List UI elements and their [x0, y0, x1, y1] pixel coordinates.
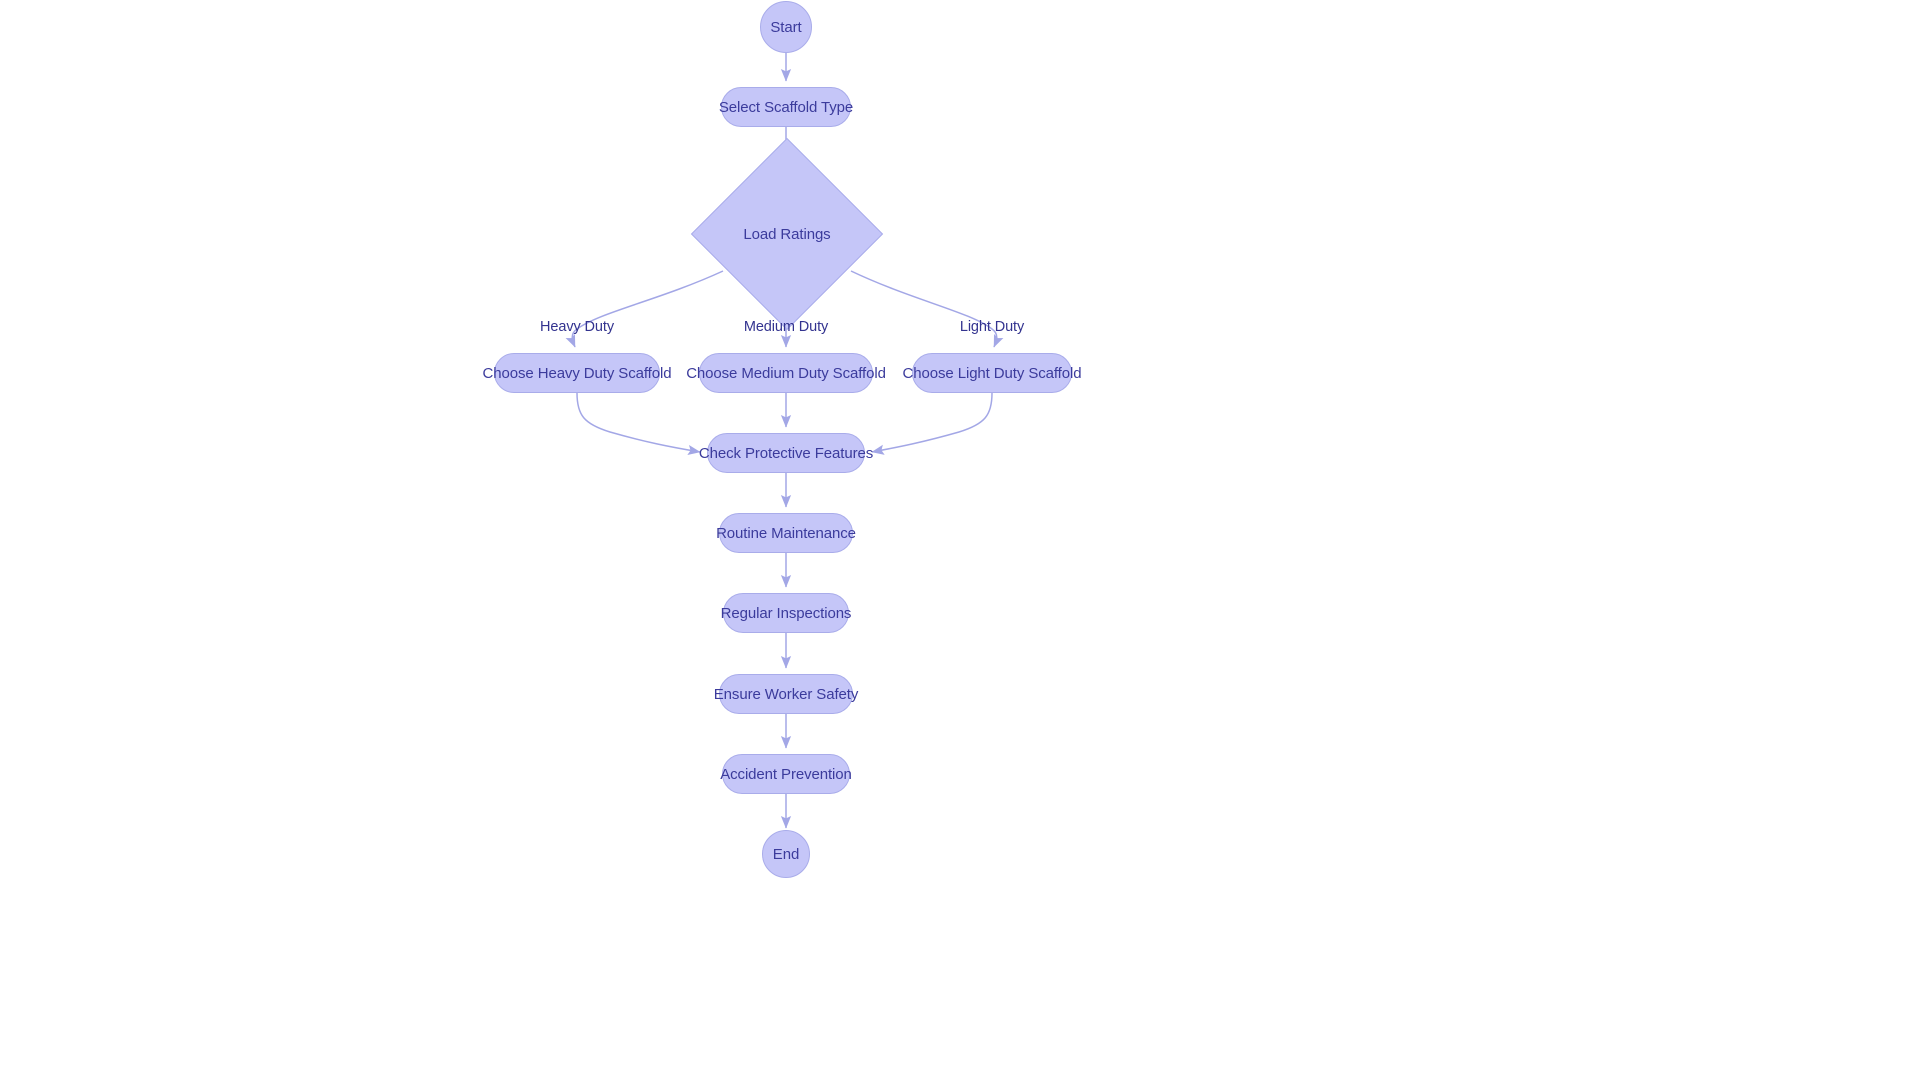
node-regular-inspections-label: Regular Inspections	[720, 604, 852, 622]
edge-label-medium-duty: Medium Duty	[744, 319, 828, 335]
edge-label-medium-duty-text: Medium Duty	[743, 319, 829, 335]
node-routine-maintenance[interactable]: Routine Maintenance	[716, 513, 856, 553]
node-select-scaffold-type[interactable]: Select Scaffold Type	[718, 87, 854, 127]
flowchart-canvas: Start Select Scaffold Type Load Ratings …	[0, 0, 1920, 1080]
node-regular-inspections[interactable]: Regular Inspections	[720, 593, 852, 633]
node-choose-medium-duty-scaffold[interactable]: Choose Medium Duty Scaffold	[686, 353, 886, 393]
node-end-label: End	[772, 845, 800, 863]
node-accident-prevention-label: Accident Prevention	[720, 765, 852, 783]
node-routine-maintenance-label: Routine Maintenance	[716, 524, 856, 542]
node-start-label: Start	[770, 18, 802, 36]
edge-label-heavy-duty: Heavy Duty	[540, 319, 614, 335]
node-start[interactable]: Start	[760, 1, 812, 53]
edge-label-light-duty: Light Duty	[960, 319, 1024, 335]
edge-load-ratings-to-light	[850, 270, 1004, 348]
node-load-ratings[interactable]: Load Ratings	[690, 137, 884, 331]
edge-label-light-duty-text: Light Duty	[959, 319, 1025, 335]
node-accident-prevention[interactable]: Accident Prevention	[720, 754, 852, 794]
node-ensure-worker-safety[interactable]: Ensure Worker Safety	[714, 674, 858, 714]
node-choose-heavy-duty-scaffold-label: Choose Heavy Duty Scaffold	[482, 364, 672, 382]
node-choose-heavy-duty-scaffold[interactable]: Choose Heavy Duty Scaffold	[483, 353, 672, 393]
node-end[interactable]: End	[762, 830, 810, 878]
node-choose-light-duty-scaffold[interactable]: Choose Light Duty Scaffold	[903, 353, 1082, 393]
edge-label-heavy-duty-text: Heavy Duty	[540, 319, 614, 335]
edge-light-to-protective	[871, 392, 993, 455]
node-ensure-worker-safety-label: Ensure Worker Safety	[713, 685, 859, 703]
node-choose-light-duty-scaffold-label: Choose Light Duty Scaffold	[902, 364, 1082, 382]
node-load-ratings-label: Load Ratings	[743, 225, 831, 243]
node-select-scaffold-type-label: Select Scaffold Type	[718, 98, 854, 116]
flowchart-edge-layer	[565, 53, 1004, 829]
node-choose-medium-duty-scaffold-label: Choose Medium Duty Scaffold	[686, 364, 886, 382]
edge-load-ratings-to-heavy	[565, 270, 724, 348]
edge-heavy-to-protective	[576, 392, 701, 456]
node-check-protective-features-label: Check Protective Features	[698, 444, 874, 462]
node-check-protective-features[interactable]: Check Protective Features	[699, 433, 873, 473]
